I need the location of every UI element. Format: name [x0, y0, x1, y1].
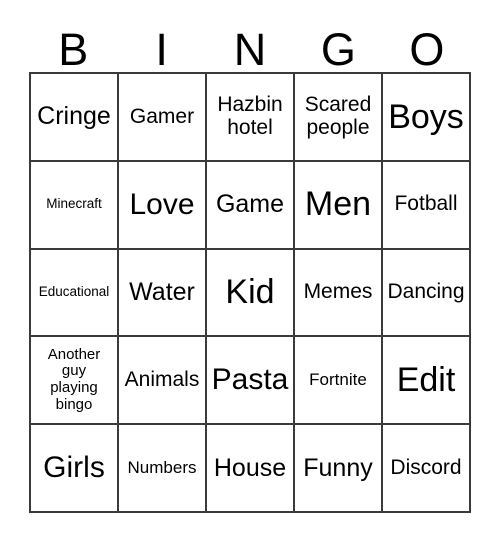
bingo-cell-g2[interactable]: Men [295, 161, 383, 250]
bingo-cell-label: Fortnite [309, 370, 367, 390]
bingo-cell-o5[interactable]: Discord [383, 425, 471, 513]
bingo-row: Another guy playing bingo Animals Pasta … [31, 337, 471, 426]
bingo-header-letter-g: G [320, 24, 356, 75]
bingo-cell-label: Scared people [304, 93, 372, 139]
bingo-grid: Cringe Gamer Hazbin hotel Scared people … [29, 72, 471, 513]
bingo-row: Educational Water Kid Memes Dancing [31, 249, 471, 338]
bingo-cell-label: Discord [390, 455, 462, 479]
bingo-cell-b5[interactable]: Girls [31, 425, 119, 513]
bingo-cell-o1[interactable]: Boys [383, 74, 471, 162]
bingo-cell-label: Water [129, 277, 195, 306]
bingo-cell-o3[interactable]: Dancing [383, 249, 471, 338]
bingo-header: B I N G O [29, 22, 471, 72]
bingo-cell-label: Kid [225, 273, 275, 312]
bingo-cell-i4[interactable]: Animals [119, 337, 207, 426]
bingo-cell-label: Love [129, 187, 195, 221]
bingo-cell-label: Game [215, 190, 285, 219]
bingo-cell-i1[interactable]: Gamer [119, 74, 207, 162]
bingo-header-letter-b: B [58, 24, 89, 75]
bingo-header-letter-i: I [155, 24, 168, 75]
bingo-cell-label: Pasta [211, 363, 289, 397]
bingo-cell-label: Cringe [37, 102, 111, 131]
bingo-cell-n3[interactable]: Kid [207, 249, 295, 338]
bingo-cell-b4[interactable]: Another guy playing bingo [31, 337, 119, 426]
bingo-cell-label: Edit [396, 360, 456, 399]
bingo-cell-g5[interactable]: Funny [295, 425, 383, 513]
bingo-cell-n4[interactable]: Pasta [207, 337, 295, 426]
bingo-cell-o4[interactable]: Edit [383, 337, 471, 426]
bingo-row: Minecraft Love Game Men Fotball [31, 161, 471, 250]
bingo-cell-n2[interactable]: Game [207, 161, 295, 250]
bingo-cell-label: House [213, 453, 287, 482]
bingo-cell-g1[interactable]: Scared people [295, 74, 383, 162]
bingo-cell-i3[interactable]: Water [119, 249, 207, 338]
bingo-cell-label: Fotball [394, 192, 458, 216]
bingo-cell-i2[interactable]: Love [119, 161, 207, 250]
bingo-cell-n5[interactable]: House [207, 425, 295, 513]
bingo-cell-label: Men [304, 185, 372, 224]
bingo-cell-label: Girls [43, 450, 105, 484]
bingo-cell-o2[interactable]: Fotball [383, 161, 471, 250]
bingo-cell-label: Memes [303, 280, 373, 304]
bingo-cell-label: Educational [38, 284, 110, 300]
bingo-cell-label: Gamer [129, 104, 195, 128]
bingo-cell-label: Hazbin hotel [217, 93, 283, 139]
bingo-header-letter-n: N [233, 24, 267, 75]
bingo-header-letter-o: O [409, 24, 445, 75]
bingo-cell-b2[interactable]: Minecraft [31, 161, 119, 250]
bingo-cell-label: Numbers [127, 457, 197, 477]
bingo-cell-g4[interactable]: Fortnite [295, 337, 383, 426]
bingo-cell-label: Minecraft [46, 196, 102, 212]
bingo-cell-label: Boys [388, 97, 464, 136]
bingo-cell-label: Another guy playing bingo [47, 345, 101, 414]
bingo-cell-g3[interactable]: Memes [295, 249, 383, 338]
bingo-cell-b1[interactable]: Cringe [31, 74, 119, 162]
bingo-cell-n1[interactable]: Hazbin hotel [207, 74, 295, 162]
bingo-cell-label: Dancing [387, 280, 465, 304]
bingo-cell-label: Funny [303, 453, 373, 482]
bingo-card: B I N G O Cringe Gamer Hazbin hotel Scar… [0, 0, 500, 544]
bingo-cell-i5[interactable]: Numbers [119, 425, 207, 513]
bingo-cell-b3[interactable]: Educational [31, 249, 119, 338]
bingo-row: Girls Numbers House Funny Discord [31, 425, 471, 513]
bingo-row: Cringe Gamer Hazbin hotel Scared people … [31, 74, 471, 162]
bingo-cell-label: Animals [124, 367, 200, 391]
